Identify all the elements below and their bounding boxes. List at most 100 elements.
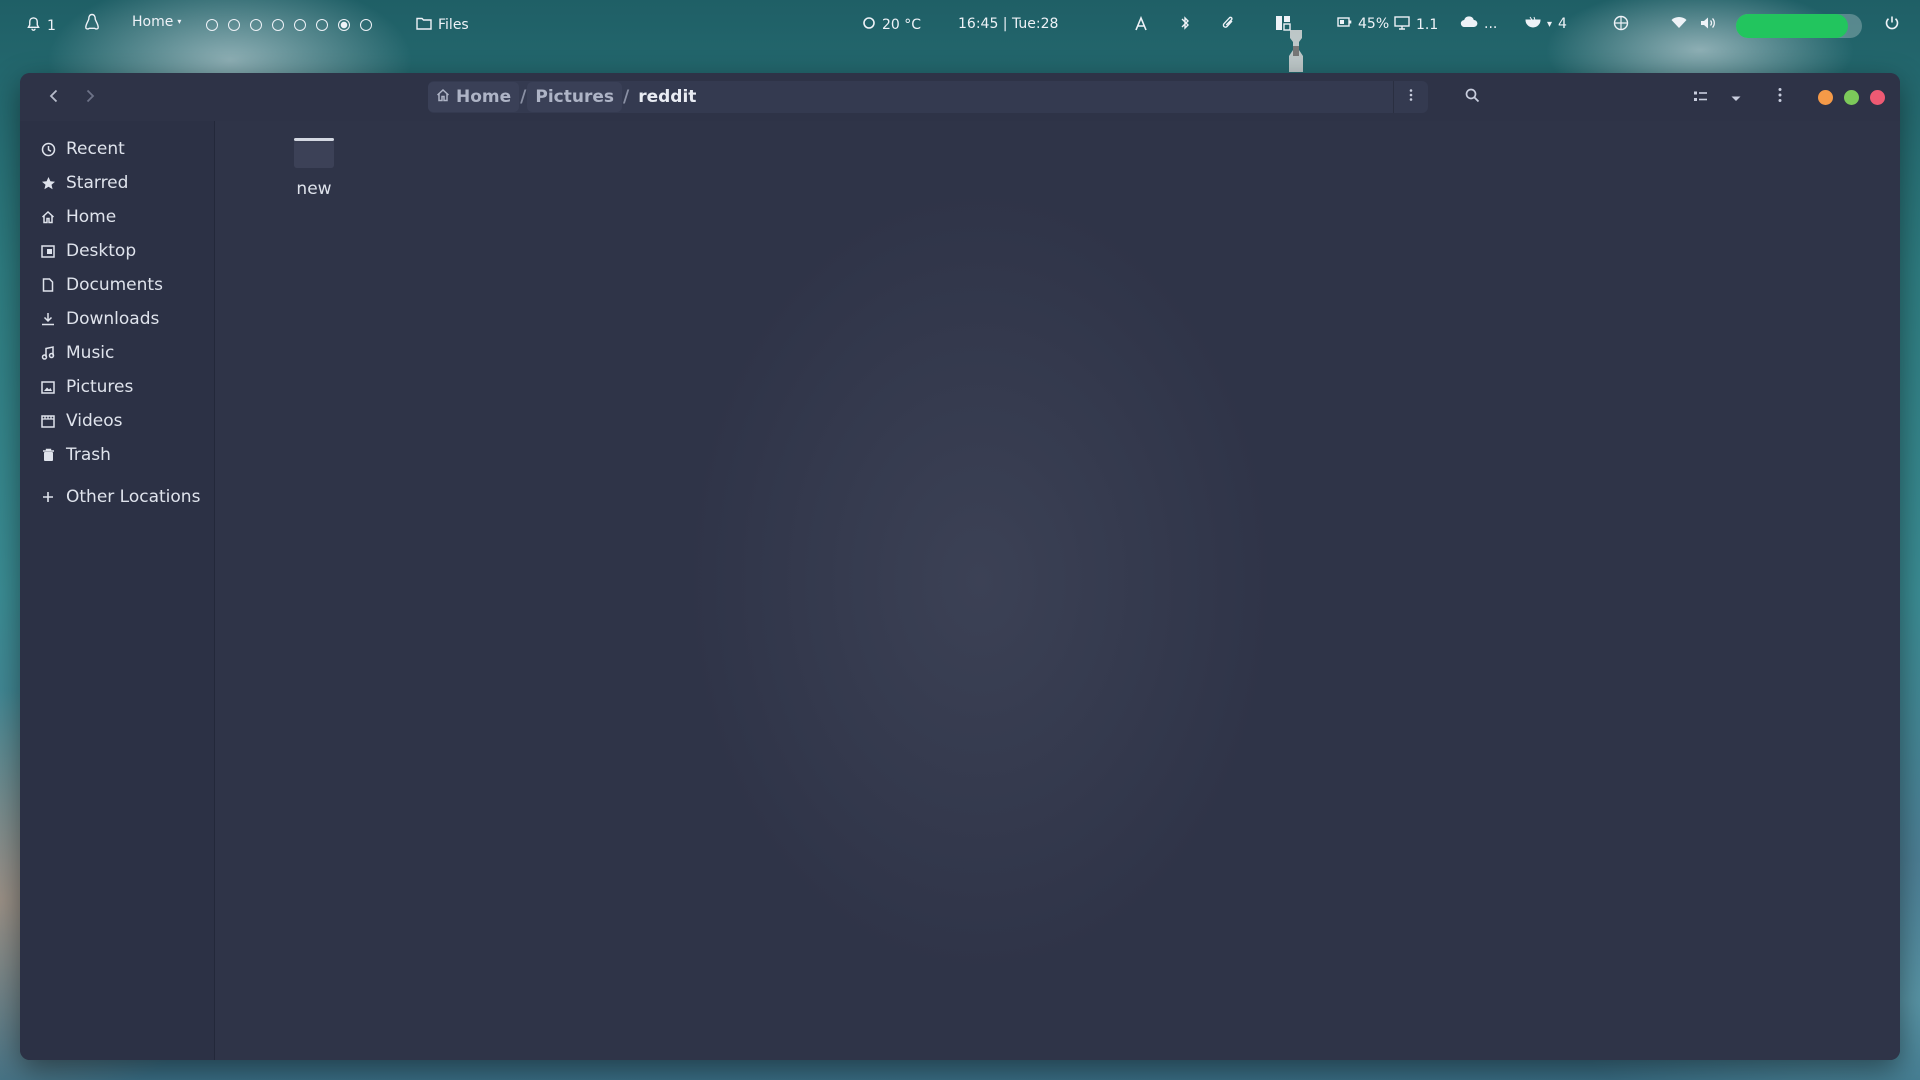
forward-button[interactable] — [78, 85, 102, 109]
workspace-dot-2[interactable] — [228, 19, 240, 31]
desktop-icon — [40, 243, 56, 259]
sidebar-item-label: Other Locations — [66, 487, 201, 507]
active-app-label: Files — [438, 17, 469, 33]
chevron-down-icon: ▾ — [1547, 18, 1553, 30]
workspace-dot-4[interactable] — [272, 19, 284, 31]
workspace-dot-3[interactable] — [250, 19, 262, 31]
close-button[interactable] — [1870, 90, 1885, 105]
cloud-icon — [1460, 16, 1478, 32]
music-icon — [40, 345, 56, 361]
breadcrumb-separator: / — [623, 87, 630, 107]
status-progress-bar[interactable] — [1736, 14, 1862, 38]
breadcrumb-home[interactable]: Home — [428, 82, 520, 112]
workspace-dot-7-active[interactable] — [338, 19, 350, 31]
workspace-dot-6[interactable] — [316, 19, 328, 31]
wifi-icon — [1671, 16, 1687, 33]
display-text: 1.1 — [1416, 17, 1439, 33]
active-app[interactable]: Files — [416, 16, 469, 34]
sidebar-item-home[interactable]: Home — [40, 202, 210, 232]
bell-icon — [26, 16, 41, 36]
trash-icon — [40, 447, 56, 463]
back-button[interactable] — [42, 85, 66, 109]
speaker-icon — [1700, 16, 1716, 34]
breadcrumb-pictures-label: Pictures — [535, 87, 614, 107]
chevron-right-icon — [85, 88, 95, 107]
clock-icon — [40, 141, 56, 157]
workspace-switcher — [206, 19, 372, 31]
theme-button[interactable] — [1613, 15, 1629, 35]
top-panel: 1 Home ▾ Files 20 °C 16:45 | Tue:28 45% … — [0, 0, 1920, 72]
breadcrumb-pictures[interactable]: Pictures — [527, 82, 622, 112]
weather-widget[interactable]: 20 °C — [862, 16, 921, 34]
font-tool-button[interactable] — [1134, 15, 1148, 36]
distro-menu-button[interactable] — [83, 13, 101, 37]
sidebar-item-starred[interactable]: Starred — [40, 168, 210, 198]
display-widget[interactable]: 1.1 — [1394, 16, 1438, 34]
workspace-menu[interactable]: Home ▾ — [132, 14, 181, 30]
search-icon — [1465, 88, 1480, 107]
file-view[interactable]: new — [215, 121, 1900, 1060]
breadcrumb-current[interactable]: reddit — [630, 82, 704, 112]
cloud-text: ... — [1484, 16, 1498, 32]
home-icon — [436, 87, 450, 107]
sidebar-item-other-locations[interactable]: Other Locations — [40, 482, 210, 512]
files-window: Home / Pictures / reddit Recent Starred … — [20, 73, 1900, 1060]
download-icon — [40, 311, 56, 327]
minimize-button[interactable] — [1818, 90, 1833, 105]
sidebar-item-pictures[interactable]: Pictures — [40, 372, 210, 402]
battery-text: 45% — [1358, 16, 1390, 32]
chevron-down-icon: ▾ — [177, 16, 182, 26]
weather-text: 20 °C — [882, 17, 922, 33]
wifi-button[interactable] — [1671, 16, 1687, 33]
power-button[interactable] — [1884, 15, 1900, 35]
paperclip-icon — [1221, 15, 1235, 35]
folder-item[interactable]: new — [279, 135, 349, 199]
view-options-button[interactable] — [1720, 81, 1752, 113]
status-progress-fill — [1736, 14, 1849, 38]
battery-widget[interactable]: 45% — [1337, 16, 1389, 32]
monitor-icon — [1394, 16, 1410, 34]
sidebar-item-videos[interactable]: Videos — [40, 406, 210, 436]
volume-button[interactable] — [1700, 16, 1716, 34]
clock[interactable]: 16:45 | Tue:28 — [958, 16, 1058, 32]
notifications-button[interactable]: 1 — [26, 16, 56, 36]
updates-widget[interactable]: ▾ 4 — [1525, 16, 1567, 32]
view-mode-button[interactable] — [1684, 81, 1716, 113]
weather-icon — [862, 16, 876, 34]
sidebar-item-label: Downloads — [66, 309, 160, 329]
breadcrumb-current-label: reddit — [638, 87, 697, 107]
bluetooth-icon — [1179, 15, 1191, 35]
video-icon — [40, 413, 56, 429]
folder-name: new — [296, 179, 332, 199]
search-button[interactable] — [1456, 81, 1488, 113]
sidebar-item-desktop[interactable]: Desktop — [40, 236, 210, 266]
sidebar-item-recent[interactable]: Recent — [40, 134, 210, 164]
star-icon — [40, 175, 56, 191]
sidebar-item-label: Home — [66, 207, 117, 227]
sidebar-item-downloads[interactable]: Downloads — [40, 304, 210, 334]
sidebar-item-trash[interactable]: Trash — [40, 440, 210, 470]
folder-icon — [416, 16, 432, 34]
workspace-dot-8[interactable] — [360, 19, 372, 31]
path-menu-button[interactable] — [1393, 81, 1428, 113]
text-tool-icon — [1134, 15, 1148, 36]
sidebar-item-label: Documents — [66, 275, 163, 295]
workspace-label: Home — [132, 14, 174, 30]
attachment-button[interactable] — [1221, 15, 1235, 35]
workspace-dot-5[interactable] — [294, 19, 306, 31]
penguin-icon — [83, 13, 101, 37]
sidebar-item-label: Trash — [66, 445, 111, 465]
workspace-dot-1[interactable] — [206, 19, 218, 31]
document-icon — [40, 277, 56, 293]
cloud-widget[interactable]: ... — [1460, 16, 1497, 32]
main-menu-button[interactable] — [1764, 81, 1796, 113]
sidebar-item-music[interactable]: Music — [40, 338, 210, 368]
plus-icon — [40, 489, 56, 505]
vertical-dots-icon — [1409, 87, 1413, 107]
bluetooth-button[interactable] — [1179, 15, 1191, 35]
places-sidebar: Recent Starred Home Desktop Documents Do… — [20, 121, 215, 1060]
sidebar-item-documents[interactable]: Documents — [40, 270, 210, 300]
sidebar-item-label: Music — [66, 343, 115, 363]
power-icon — [1884, 15, 1900, 35]
maximize-button[interactable] — [1844, 90, 1859, 105]
